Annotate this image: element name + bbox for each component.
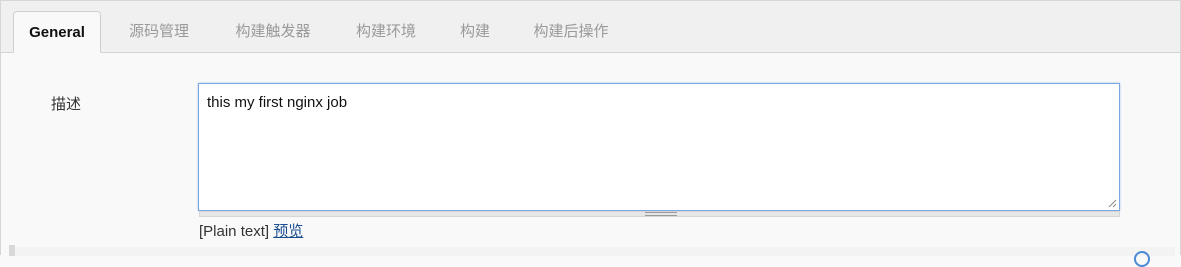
config-tab-bar: General 源码管理 构建触发器 构建环境 构建 构建后操作: [1, 1, 1180, 53]
description-textarea-container: [198, 83, 1120, 211]
textarea-resize-bar[interactable]: [199, 211, 1120, 217]
tab-post-build-actions[interactable]: 构建后操作: [518, 11, 624, 52]
description-textarea[interactable]: [199, 84, 1119, 210]
resize-handle-icon[interactable]: [1107, 198, 1117, 208]
job-config-panel: General 源码管理 构建触发器 构建环境 构建 构建后操作 描述 [Pla…: [0, 0, 1181, 267]
markup-format-line: [Plain text] 预览: [199, 220, 303, 241]
tab-build-environment[interactable]: 构建环境: [341, 11, 431, 52]
tab-build[interactable]: 构建: [446, 11, 504, 52]
tab-build-triggers[interactable]: 构建触发器: [220, 11, 326, 52]
grip-icon: [645, 212, 677, 216]
tab-source-code-management[interactable]: 源码管理: [114, 11, 204, 52]
tab-general[interactable]: General: [13, 11, 101, 53]
markup-format-label: [Plain text]: [199, 223, 270, 240]
help-icon[interactable]: [1134, 251, 1150, 267]
description-label: 描述: [51, 96, 82, 113]
preview-link[interactable]: 预览: [273, 223, 303, 240]
